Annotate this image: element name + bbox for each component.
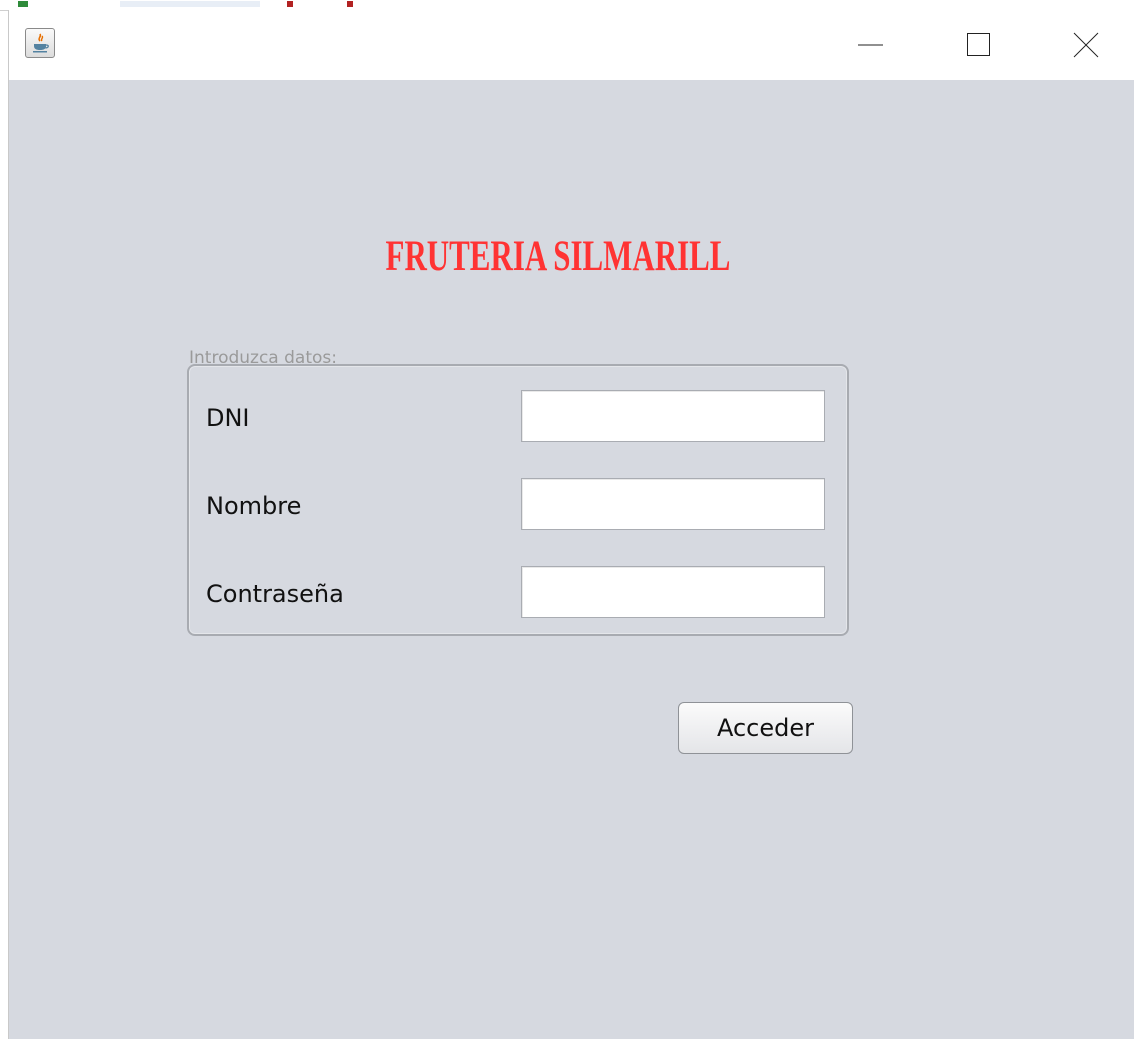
nombre-label: Nombre [206,492,302,520]
strip-fragment [287,1,293,7]
login-window: FRUTERIA SILMARILL Introduzca datos: DNI… [8,10,1134,1039]
java-icon[interactable] [25,28,55,58]
nombre-field[interactable] [521,478,825,530]
maximize-icon [967,33,990,56]
close-icon [1073,32,1099,58]
brand-title-text: FRUTERIA SILMARILL [385,233,731,280]
close-button[interactable] [1069,28,1103,62]
dni-field[interactable] [521,390,825,442]
brand-title: FRUTERIA SILMARILL [153,232,964,281]
minimize-icon [858,44,883,46]
password-label: Contraseña [206,580,344,608]
minimize-button[interactable] [853,28,887,62]
password-field[interactable] [521,566,825,618]
dni-label: DNI [206,404,250,432]
strip-fragment [120,1,260,7]
title-bar[interactable] [9,10,1134,80]
strip-fragment [347,1,353,7]
strip-fragment [18,1,28,7]
acceder-button[interactable]: Acceder [678,702,853,754]
maximize-button[interactable] [962,28,996,62]
